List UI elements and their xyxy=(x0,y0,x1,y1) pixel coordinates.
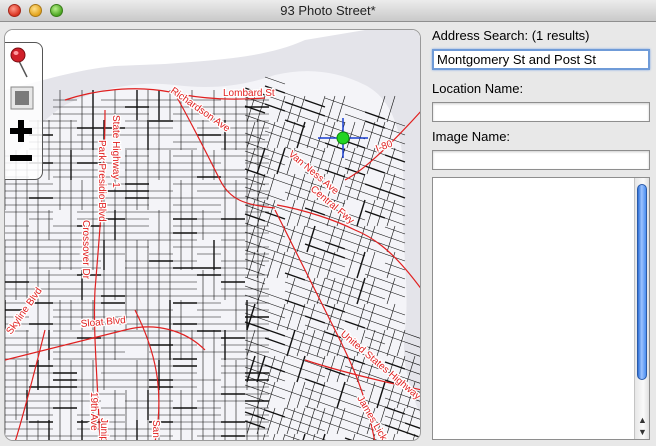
image-name-input[interactable] xyxy=(432,150,650,170)
street-label: San xyxy=(150,420,161,438)
street-label: Park Presidio Blvd xyxy=(96,140,107,222)
scroll-up-arrow-icon[interactable]: ▲ xyxy=(638,415,647,425)
select-tool-button[interactable] xyxy=(9,85,39,113)
notes-scrollbar[interactable]: ▲ ▼ xyxy=(634,178,649,439)
plus-icon xyxy=(10,120,32,142)
street-label: State Highway 1 xyxy=(110,115,121,188)
title-bar[interactable]: 93 Photo Street* xyxy=(0,0,656,22)
image-name-label: Image Name: xyxy=(432,129,511,144)
location-name-label: Location Name: xyxy=(432,81,524,96)
notes-text-area[interactable]: ▲ ▼ xyxy=(432,177,650,440)
street-segment xyxy=(325,439,326,440)
address-search-label: Address Search: (1 results) xyxy=(432,28,590,43)
zoom-in-button[interactable] xyxy=(9,119,39,147)
location-name-input[interactable] xyxy=(432,102,650,122)
pushpin-icon xyxy=(10,47,28,78)
zoom-out-button[interactable] xyxy=(9,153,39,177)
street-label: Junipe xyxy=(98,418,109,441)
street-label: Lombard St xyxy=(223,88,275,99)
minus-icon xyxy=(10,155,32,161)
window-title: 93 Photo Street* xyxy=(280,3,376,18)
map-view[interactable]: Lombard St Richardson Ave State Highway 1P… xyxy=(4,29,421,441)
pin-tool-button[interactable] xyxy=(9,47,39,81)
street-label: Crossover Dr xyxy=(80,220,91,280)
address-search-input[interactable] xyxy=(432,49,650,70)
street-map[interactable]: Lombard StRichardson AveState Highway 1P… xyxy=(5,30,421,441)
scrollbar-thumb[interactable] xyxy=(637,184,647,380)
selection-frame-icon xyxy=(10,86,34,110)
map-toolbar xyxy=(5,42,43,180)
scroll-down-arrow-icon[interactable]: ▼ xyxy=(638,427,647,437)
street-label: 19th Ave xyxy=(88,392,99,431)
